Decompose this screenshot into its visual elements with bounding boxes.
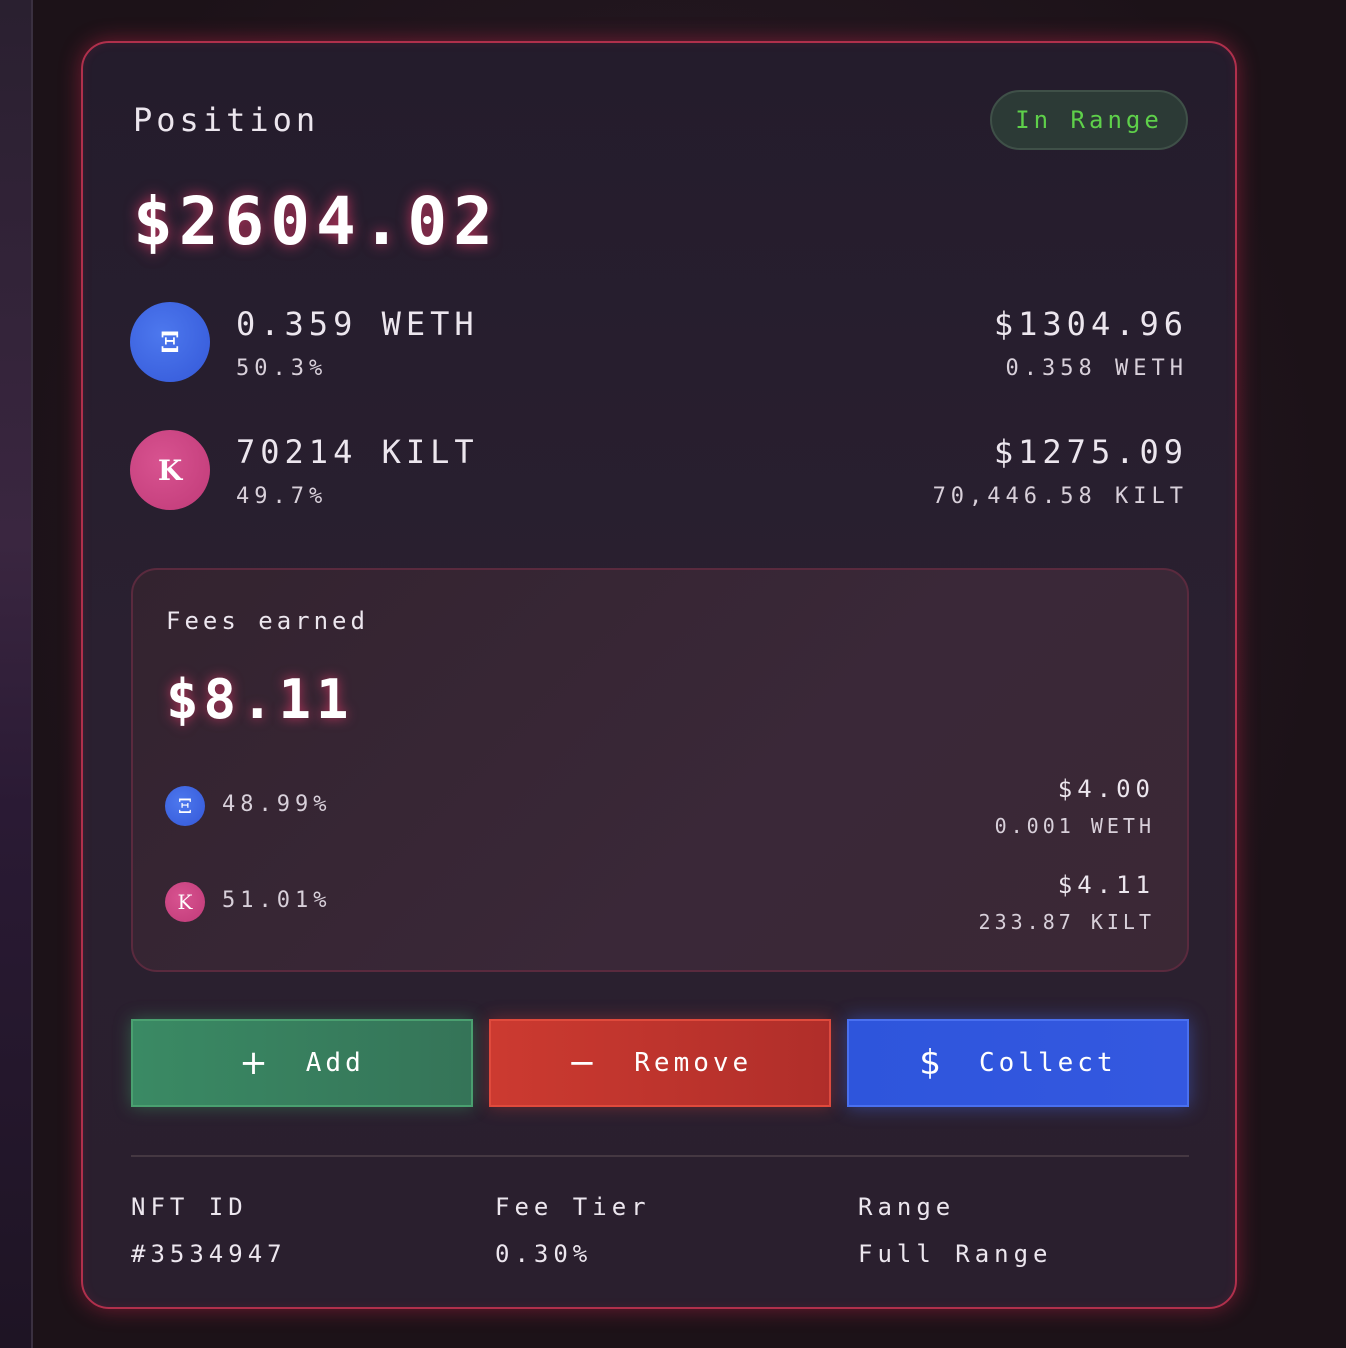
range-label: Range (858, 1193, 956, 1221)
remove-button[interactable]: − Remove (489, 1019, 831, 1107)
kilt-icon: K (130, 430, 210, 510)
fee-share: 51.01% (222, 888, 332, 913)
divider (131, 1155, 1189, 1157)
fee-share: 48.99% (222, 792, 332, 817)
token-sub-amount: 0.358 WETH (1005, 356, 1188, 381)
token-share: 49.7% (236, 484, 328, 509)
dollar-icon: $ (919, 1043, 946, 1083)
nft-id-label: NFT ID (131, 1193, 248, 1221)
fee-tier-value: 0.30% (495, 1240, 593, 1268)
token-usd-value: $1304.96 (993, 305, 1188, 343)
token-amount: 70214 KILT (236, 433, 479, 471)
collect-button-label: Collect (979, 1048, 1117, 1078)
kilt-icon: K (165, 882, 205, 922)
token-usd-value: $1275.09 (993, 433, 1188, 471)
fees-label: Fees earned (166, 607, 369, 635)
add-button-label: Add (305, 1048, 365, 1078)
fees-panel: Fees earned $8.11 Ξ 48.99% $4.00 0.001 W… (131, 568, 1189, 972)
background-strip (0, 0, 33, 1348)
remove-button-label: Remove (634, 1048, 753, 1078)
minus-icon: − (567, 1043, 601, 1083)
eth-icon: Ξ (165, 786, 205, 826)
range-value: Full Range (858, 1240, 1053, 1268)
plus-icon: + (239, 1043, 272, 1083)
collect-button[interactable]: $ Collect (847, 1019, 1189, 1107)
fee-tier-label: Fee Tier (495, 1193, 651, 1221)
position-total-value: $2604.02 (133, 183, 499, 260)
eth-icon: Ξ (130, 302, 210, 382)
token-share: 50.3% (236, 356, 328, 381)
page: Position In Range $2604.02 Ξ 0.359 WETH … (0, 0, 1346, 1348)
status-badge: In Range (990, 90, 1188, 150)
fee-sub-amount: 233.87 KILT (978, 910, 1155, 934)
fee-sub-amount: 0.001 WETH (994, 814, 1155, 838)
position-card: Position In Range $2604.02 Ξ 0.359 WETH … (81, 41, 1237, 1309)
nft-id-value: #3534947 (131, 1240, 287, 1268)
add-button[interactable]: + Add (131, 1019, 473, 1107)
position-title: Position (133, 101, 320, 139)
fee-usd-value: $4.00 (1057, 775, 1155, 803)
fees-total: $8.11 (166, 668, 354, 731)
token-amount: 0.359 WETH (236, 305, 479, 343)
fee-usd-value: $4.11 (1057, 871, 1155, 899)
token-sub-amount: 70,446.58 KILT (932, 484, 1188, 509)
